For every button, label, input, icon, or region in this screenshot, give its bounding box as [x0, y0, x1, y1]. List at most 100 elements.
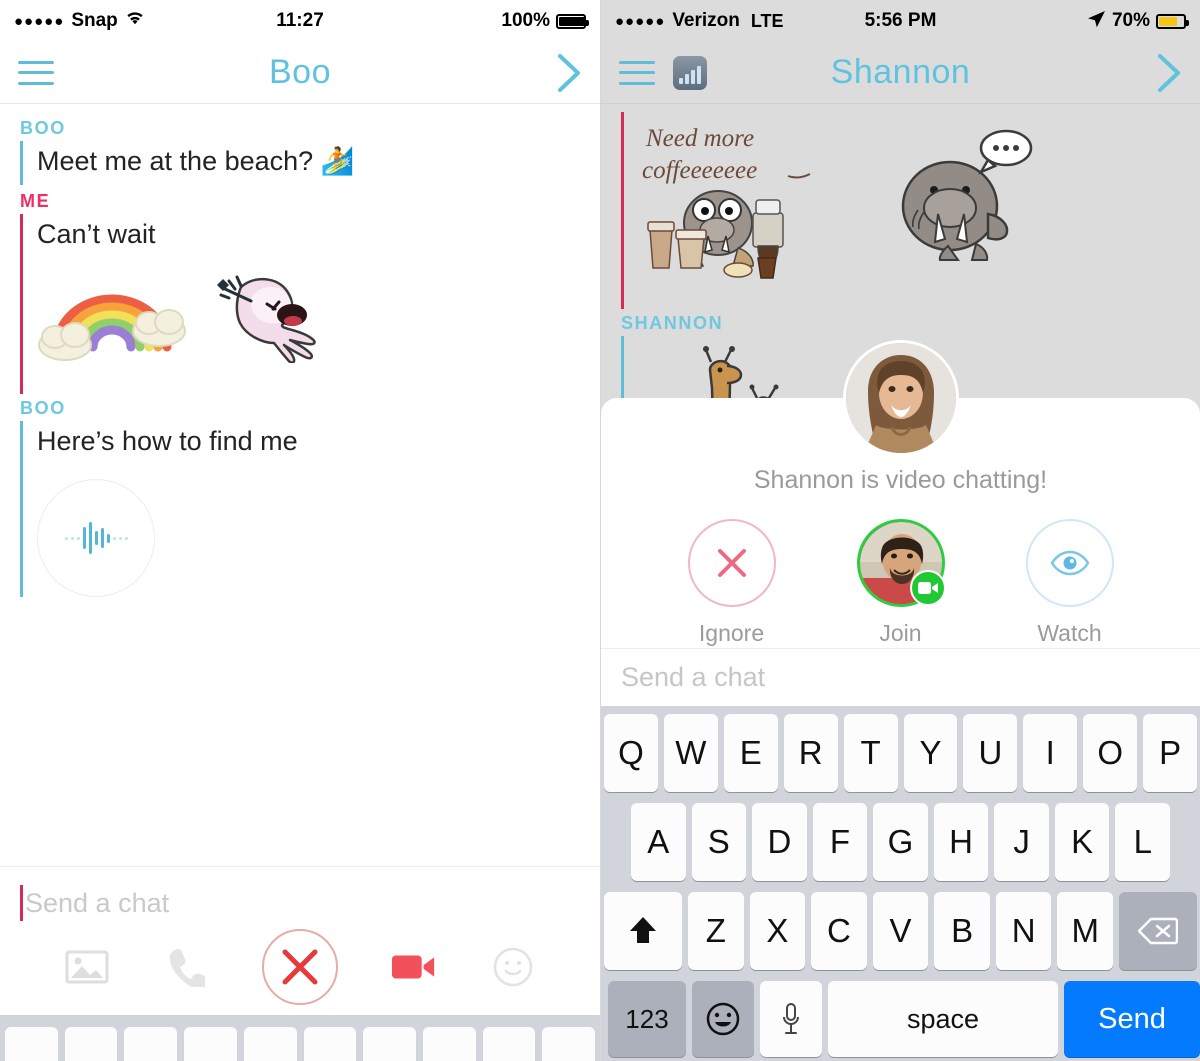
video-camera-icon[interactable] [391, 944, 437, 990]
status-carrier-group: ●●●●● Verizon LTE [615, 10, 784, 32]
left-composer: Send a chat [0, 866, 600, 1015]
voice-note-button[interactable] [37, 479, 155, 598]
key-g[interactable]: G [873, 803, 928, 881]
key-e[interactable]: E [723, 714, 778, 792]
left-phone-screen: ●●●●● Snap 11:27 100% Boo BOO Meet me at… [0, 0, 600, 1061]
chat-input[interactable]: Send a chat [20, 881, 580, 925]
status-battery-group: 70% [1086, 9, 1189, 34]
message-text: Can’t wait [37, 219, 156, 250]
key-m[interactable]: M [1057, 892, 1114, 970]
sticker-row [37, 259, 600, 394]
waveform-dot [76, 536, 80, 540]
left-nav-bar: Boo [0, 42, 600, 104]
watch-action[interactable]: Watch [995, 519, 1145, 647]
sticker-smiley-icon[interactable] [490, 944, 536, 990]
shannon-avatar[interactable] [842, 340, 959, 456]
message-sender-label: ME [20, 191, 51, 212]
key-k[interactable]: K [1054, 803, 1110, 881]
message-group: ME Can’t wait [0, 185, 600, 395]
key-x[interactable]: X [749, 892, 806, 970]
key-q[interactable]: Q [603, 714, 658, 792]
chevron-right-icon[interactable] [556, 53, 582, 93]
waveform-dot [124, 536, 128, 540]
key-l[interactable]: L [1115, 803, 1171, 881]
ignore-label: Ignore [698, 620, 765, 646]
backspace-icon[interactable] [1119, 892, 1198, 970]
key-a[interactable]: A [630, 803, 686, 881]
key-z[interactable]: Z [687, 892, 744, 970]
numbers-key[interactable]: 123 [608, 981, 686, 1057]
close-x-icon[interactable] [262, 929, 338, 1005]
key-j[interactable]: J [994, 803, 1049, 881]
keyboard-peek-key[interactable] [422, 1027, 476, 1061]
composer-icon-bar [20, 925, 580, 1015]
key-i[interactable]: I [1023, 714, 1078, 792]
message-text: Here’s how to find me [37, 425, 298, 456]
waveform-dot [118, 536, 122, 540]
walrus-speech-bubble-sticker [888, 118, 1038, 273]
ignore-action[interactable]: Ignore [657, 519, 807, 647]
photo-icon[interactable] [64, 944, 110, 990]
keyboard-peek-row [0, 1015, 600, 1061]
key-b[interactable]: B [934, 892, 990, 970]
keyboard-peek-key[interactable] [243, 1027, 297, 1061]
keyboard-peek-key[interactable] [542, 1027, 596, 1061]
waveform-bar [82, 527, 86, 550]
chevron-right-icon[interactable] [1156, 53, 1182, 93]
key-s[interactable]: S [691, 803, 747, 881]
keyboard-row-4: 123 space Send [604, 981, 1200, 1057]
keyboard-peek-key[interactable] [124, 1027, 178, 1061]
key-t[interactable]: T [843, 714, 898, 792]
location-arrow-icon [1086, 9, 1106, 34]
key-c[interactable]: C [811, 892, 867, 970]
key-w[interactable]: W [663, 714, 718, 792]
waveform-dot [70, 536, 74, 540]
status-battery-group: 100% [501, 10, 589, 32]
key-p[interactable]: P [1143, 714, 1198, 792]
keyboard-peek-key[interactable] [184, 1027, 237, 1061]
keyboard-peek-key[interactable] [64, 1027, 118, 1061]
emoji-smiley-icon[interactable] [692, 981, 754, 1057]
key-u[interactable]: U [963, 714, 1018, 792]
hamburger-menu-icon[interactable] [619, 60, 655, 85]
chat-input-placeholder: Send a chat [25, 887, 170, 918]
eye-icon[interactable] [1025, 519, 1114, 607]
wifi-icon [125, 10, 145, 32]
keyboard-row-2: A S D F G H J K L [604, 803, 1197, 881]
space-key[interactable]: space [828, 981, 1058, 1057]
right-phone-screen: ●●●●● Verizon LTE 5:56 PM 70% Shannon Ne… [600, 0, 1200, 1061]
network-type: LTE [750, 10, 784, 31]
user-avatar-with-video-badge[interactable] [856, 519, 946, 607]
x-close-icon[interactable] [687, 519, 776, 607]
send-key[interactable]: Send [1064, 981, 1200, 1057]
key-n[interactable]: N [995, 892, 1052, 970]
right-status-bar: ●●●●● Verizon LTE 5:56 PM 70% [601, 0, 1200, 42]
join-action[interactable]: Join [826, 519, 976, 647]
chat-input-placeholder: Send a chat [621, 662, 766, 692]
shift-arrow-icon[interactable] [603, 892, 682, 970]
key-r[interactable]: R [783, 714, 838, 792]
keyboard-peek-strip[interactable] [0, 1015, 600, 1061]
join-label: Join [879, 620, 922, 646]
key-d[interactable]: D [752, 803, 807, 881]
signal-bars-icon[interactable] [673, 55, 707, 90]
key-h[interactable]: H [933, 803, 989, 881]
keyboard-peek-key[interactable] [303, 1027, 357, 1061]
right-composer[interactable]: Send a chat [601, 648, 1200, 706]
hamburger-menu-icon[interactable] [18, 60, 54, 85]
key-o[interactable]: O [1083, 714, 1138, 792]
key-v[interactable]: V [872, 892, 929, 970]
keyboard-peek-key[interactable] [482, 1027, 536, 1061]
microphone-icon[interactable] [760, 981, 822, 1057]
video-badge-icon [909, 570, 946, 606]
keyboard-peek-key[interactable] [363, 1027, 416, 1061]
left-status-bar: ●●●●● Snap 11:27 100% [0, 0, 600, 42]
phone-icon[interactable] [163, 944, 209, 990]
right-nav-bar: Shannon [601, 42, 1200, 104]
keyboard-peek-key[interactable] [5, 1027, 58, 1061]
svg-text:coffeeeeeee: coffeeeeeee [642, 157, 757, 184]
text-caret [20, 885, 23, 921]
key-y[interactable]: Y [903, 714, 958, 792]
message-body: Meet me at the beach? 🏄 [20, 141, 600, 186]
key-f[interactable]: F [812, 803, 868, 881]
